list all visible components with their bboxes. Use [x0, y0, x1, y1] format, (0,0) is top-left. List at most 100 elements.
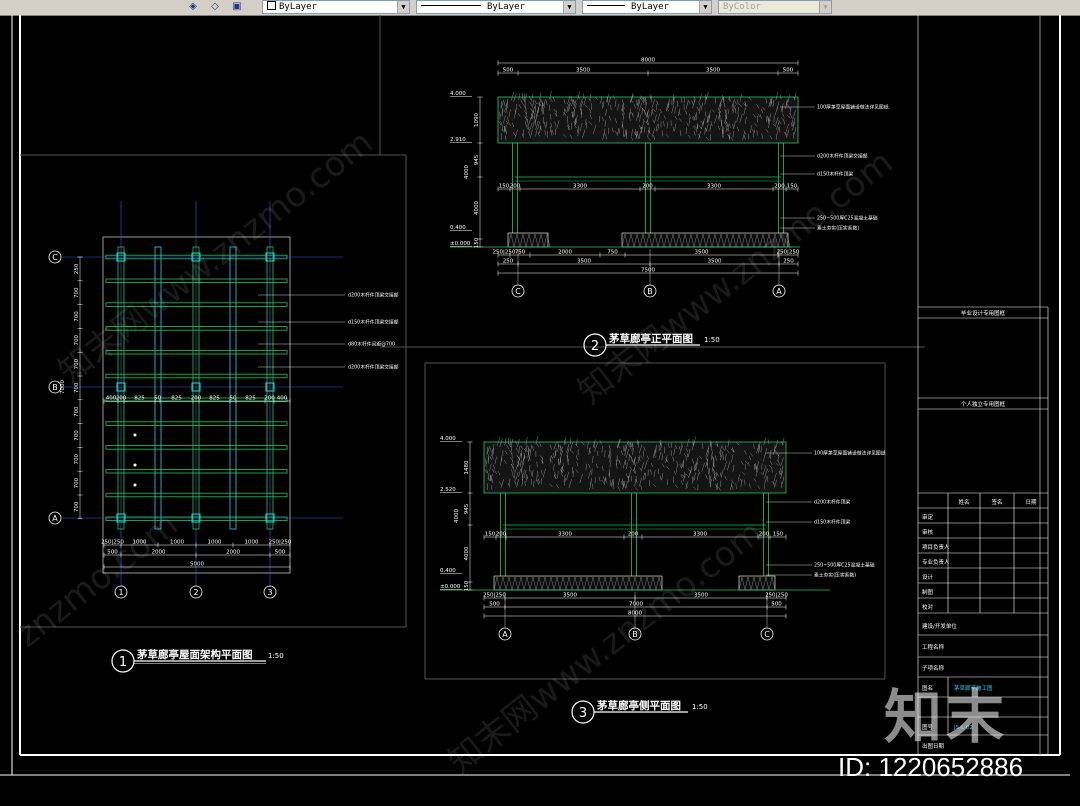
lineweight-value: ByLayer	[631, 2, 669, 12]
tb-project-rows: 建设/开发单位工程名称子项名称	[922, 622, 957, 672]
dim-text: 500	[503, 68, 514, 74]
dim-text: 250	[74, 263, 80, 274]
dim-text: 3500	[708, 259, 722, 265]
note-text: 100厚茅草屋面铺设做法详见图纸	[817, 104, 889, 111]
dim-text: 200	[264, 396, 275, 402]
tb-col-sign: 签名	[991, 498, 1002, 506]
tb-row-label: 制图	[922, 588, 934, 596]
dim-text: 200	[510, 184, 521, 190]
dim-text: 400	[277, 396, 288, 402]
view-number: 2	[591, 339, 599, 354]
tb-row-label: 项目负责人	[922, 543, 950, 551]
dim-total: 4000	[454, 509, 460, 523]
property-toolbar: ◈ ◇ ▣ ByLayer ▼ ByLayer ▼ ByLayer ▼ ByCo…	[0, 0, 1080, 16]
tb-row-label: 审定	[922, 513, 934, 521]
note-text: d200木杆件顶梁交接部	[817, 153, 868, 160]
dim-text: 700	[74, 501, 80, 512]
horizontal-member	[105, 468, 288, 474]
footing	[493, 575, 663, 591]
chevron-down-icon: ▼	[563, 1, 575, 13]
layer-match-icon[interactable]: ◇	[208, 1, 222, 13]
note-text: d200木杆件顶梁交接部	[348, 292, 399, 299]
dim-text: 500	[489, 602, 500, 608]
note-text: d200木杆件顶梁	[814, 499, 850, 506]
plan-outline	[102, 236, 291, 574]
watermark-id: ID: 1220652886	[838, 752, 1024, 782]
dim-text: 825	[209, 396, 220, 402]
color-select[interactable]: ByLayer ▼	[262, 0, 410, 14]
dim-text: 200	[774, 184, 785, 190]
dim-text: 250|250	[493, 250, 516, 256]
dim-text: 2000	[152, 550, 166, 556]
dim-text: 1000	[245, 540, 259, 546]
lineweight-select[interactable]: ByLayer ▼	[582, 0, 712, 14]
color-value: ByLayer	[279, 2, 317, 12]
watermark-logo: 知末	[884, 683, 1009, 751]
vertical-member	[229, 246, 237, 530]
dim-text: 700	[74, 311, 80, 322]
dim-text: 3500	[706, 68, 720, 74]
plotstyle-value: ByColor	[723, 2, 761, 12]
plotstyle-select[interactable]: ByColor ▼	[718, 0, 832, 14]
view-number: 1	[119, 655, 127, 670]
dim-text: 700	[74, 287, 80, 298]
elevation-mark: 0.400	[440, 568, 456, 574]
horizontal-member	[105, 421, 288, 426]
horizontal-member	[105, 349, 288, 355]
dim-text: 700	[74, 406, 80, 417]
footing	[507, 232, 549, 248]
dim-text: 945	[474, 154, 480, 165]
marker-dot	[133, 483, 137, 487]
dim-text: 8000	[628, 611, 642, 617]
axis-label: 1	[118, 588, 123, 597]
title-block: 毕业设计专用图框 个人独立专用图框 姓名 签名 日期 审定审核项目负责人专业负责…	[917, 15, 1049, 755]
dim-text: 250|250	[101, 540, 124, 546]
dim-text: 200	[628, 532, 639, 538]
chevron-down-icon: ▼	[397, 1, 409, 13]
side-elevation: 4.000 2.520 0.400 ±0.000 1480 945 4000 150 4000 1…	[440, 436, 886, 724]
horizontal-member	[105, 326, 288, 331]
note-text: d80木杆件间距@700	[348, 341, 395, 348]
post	[631, 492, 637, 583]
note-text: d150木杆件顶梁交接部	[348, 319, 399, 326]
tb-row-label: 专业负责人	[922, 558, 950, 566]
dim-text: 1090	[474, 113, 480, 127]
dim-text: 1000	[208, 540, 222, 546]
axis-label: C	[515, 287, 521, 296]
axis-label: C	[52, 253, 58, 262]
chevron-down-icon: ▼	[819, 1, 831, 13]
dim-text: 1000	[170, 540, 184, 546]
axis-label: A	[776, 287, 782, 296]
dimension-annotations: 2507007007007007007007007007007007000400…	[60, 256, 292, 570]
layers-icon[interactable]: ◈	[186, 1, 200, 13]
dim-text: 700	[74, 477, 80, 488]
horizontal-member	[105, 278, 288, 283]
dim-text: 4000	[464, 546, 470, 560]
dim-text: 150	[773, 532, 784, 538]
view-scale: 1:50	[268, 652, 284, 660]
dim-text: 500	[771, 602, 782, 608]
dim-text: 50	[230, 396, 237, 402]
horizontal-member	[105, 516, 288, 521]
color-swatch	[267, 1, 276, 10]
post	[512, 142, 518, 240]
linetype-select[interactable]: ByLayer ▼	[416, 0, 576, 14]
dim-text: 1000	[133, 540, 147, 546]
timber-members	[105, 246, 288, 530]
note-text: d150木杆件顶梁	[814, 519, 850, 526]
note-text: 素土夯实(压实系数)	[817, 225, 859, 232]
horizontal-member	[105, 492, 288, 498]
dim-text: 700	[74, 454, 80, 465]
dim-text: 750	[607, 250, 618, 256]
dim-text: 2000	[558, 250, 572, 256]
axis-label: 2	[193, 588, 198, 597]
elevation-mark: 2.910	[450, 137, 466, 143]
dim-text: 750	[515, 250, 526, 256]
axis-label: A	[52, 514, 58, 523]
vertical-member	[154, 246, 162, 530]
axis-label: A	[502, 630, 508, 639]
view-scale: 1:50	[692, 703, 708, 711]
view-title: 茅草廊亭侧平面图	[596, 699, 681, 712]
chevron-down-icon: ▼	[699, 1, 711, 13]
layer-previous-icon[interactable]: ▣	[230, 1, 244, 13]
